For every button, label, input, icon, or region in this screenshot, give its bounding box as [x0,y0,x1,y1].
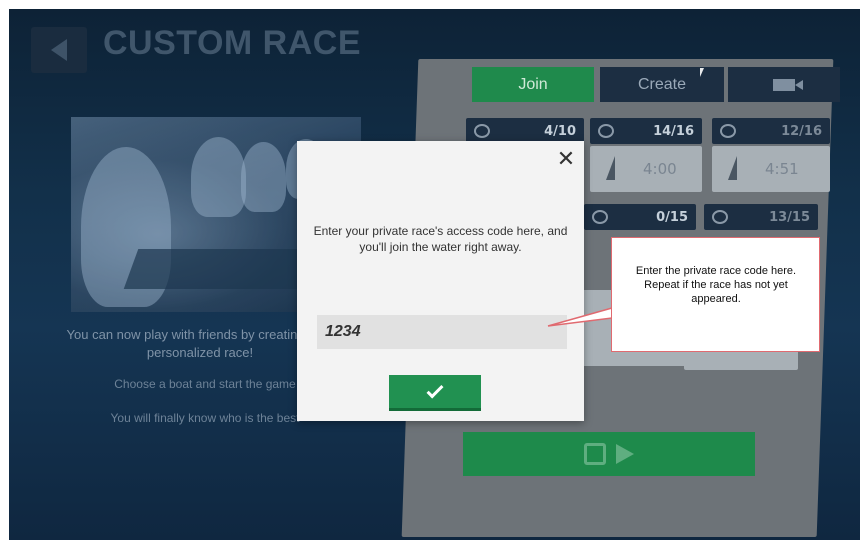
boat-icon [720,124,736,138]
mouse-cursor-icon [700,68,704,77]
back-button[interactable] [31,27,87,73]
access-code-input[interactable] [317,315,567,349]
race-card-time: 4:51 [765,160,799,178]
boat-icon [598,124,614,138]
dialog-message: Enter your private race's access code he… [313,224,568,254]
sail-icon [606,156,615,180]
boat-icon [712,210,728,224]
race-card-players: 13/15 [769,209,810,225]
sail-icon [728,156,737,180]
race-card-header[interactable]: 12/16 [712,118,830,144]
back-arrow-icon [51,39,67,61]
race-card-players: 4/10 [544,123,576,139]
close-icon[interactable]: ✕ [555,149,577,171]
boat-icon [592,210,608,224]
race-card-players: 14/16 [653,123,694,139]
race-card-players: 12/16 [781,123,822,139]
confirm-button[interactable] [389,375,481,411]
video-camera-icon [773,78,803,91]
race-card-time: 4:00 [643,160,677,178]
checkmark-icon [426,381,444,398]
play-icon [616,444,634,464]
start-race-button[interactable] [463,432,755,476]
page-title: CUSTOM RACE [103,24,361,62]
race-card-players: 0/15 [656,209,688,225]
callout-box: Enter the private race code here. Repeat… [611,237,820,352]
callout-text: Enter the private race code here. Repeat… [635,265,797,305]
tab-create[interactable]: Create [600,67,724,102]
race-card-header[interactable]: 13/15 [704,204,818,230]
access-code-dialog: ✕ Enter your private race's access code … [297,141,584,421]
boat-icon [474,124,490,138]
race-card-header[interactable]: 0/15 [584,204,696,230]
race-card-header[interactable]: 14/16 [590,118,702,144]
tab-join[interactable]: Join [472,67,594,102]
lock-icon [584,443,606,465]
tab-video[interactable] [728,67,840,102]
